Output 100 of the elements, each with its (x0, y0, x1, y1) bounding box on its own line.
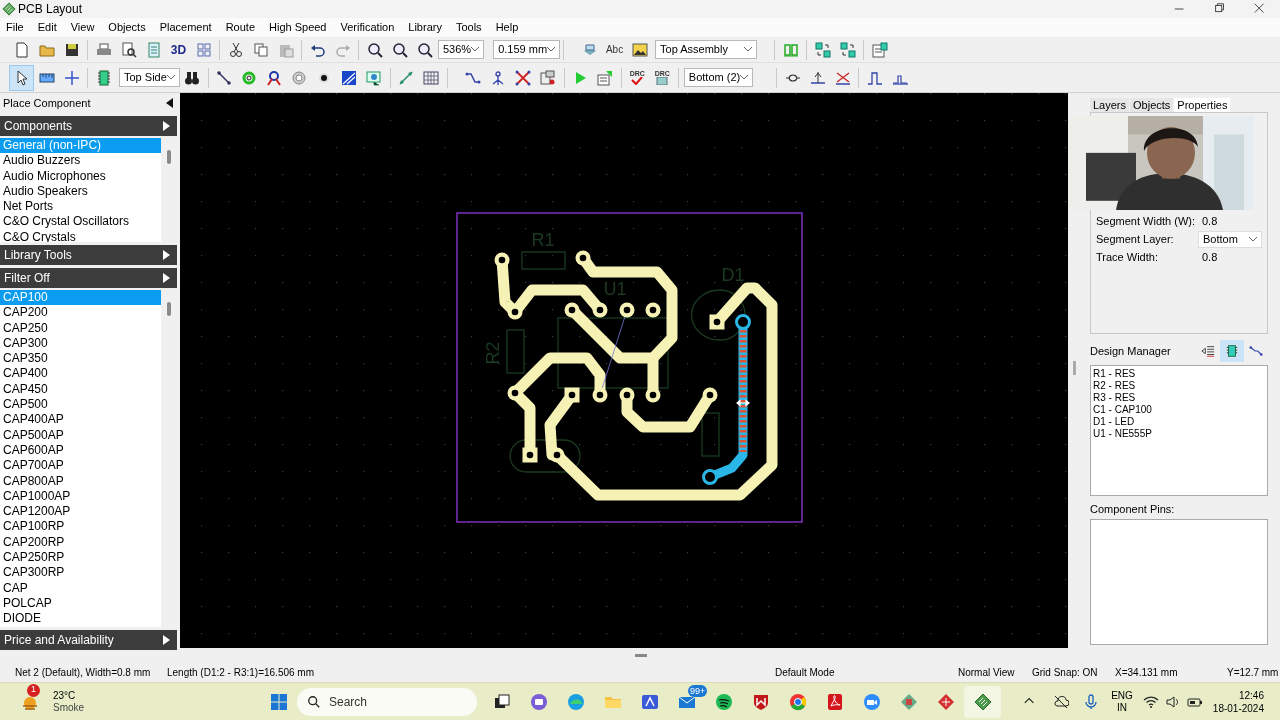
dimension-icon[interactable] (398, 69, 415, 86)
list-item[interactable]: Audio Microphones (0, 168, 161, 184)
chevron-down-icon[interactable] (740, 75, 749, 80)
ring-icon[interactable] (241, 69, 258, 86)
list-item[interactable]: CAP1000AP (0, 488, 161, 505)
property-dropdown[interactable]: Bottom (1198, 230, 1262, 248)
windows-logo-icon[interactable] (268, 691, 289, 712)
video-call-icon[interactable] (861, 691, 882, 712)
view-layer-dropdown[interactable]: Top Assembly (655, 40, 758, 59)
list-item[interactable]: CAP800AP (0, 473, 161, 489)
list-item[interactable]: Audio Buzzers (0, 153, 161, 169)
pulse-icon[interactable] (866, 69, 883, 86)
panel-tab[interactable]: Properties (1174, 98, 1231, 112)
via-icon[interactable] (291, 69, 308, 86)
menu-item[interactable]: High Speed (269, 19, 327, 36)
menu-item[interactable]: Edit (37, 19, 57, 36)
polygon-icon[interactable] (341, 69, 358, 86)
list-item[interactable]: C1 - CAP100 (1093, 404, 1267, 416)
list-item[interactable]: CAP1200AP (0, 504, 161, 520)
list-item[interactable]: CAP200RP (0, 534, 161, 551)
chevron-down-icon[interactable] (471, 47, 480, 52)
3d-view-button[interactable]: 3D (166, 37, 191, 62)
collapse-icon[interactable] (164, 97, 174, 109)
grid-icon[interactable] (423, 69, 440, 86)
list-item[interactable]: Audio Speakers (0, 183, 161, 200)
language-indicator[interactable]: ENG IN (1111, 689, 1133, 714)
crosshair-icon[interactable] (63, 69, 80, 86)
list-item[interactable]: CAP300 (0, 335, 161, 352)
list-item[interactable]: CAP400AP (0, 412, 161, 428)
chip-icon[interactable] (95, 69, 112, 86)
menu-item[interactable]: View (70, 19, 95, 36)
list-item[interactable]: CAP400 (0, 366, 161, 382)
list-item[interactable]: R3 - RES (1093, 392, 1267, 404)
list-item[interactable]: U1 - NE555P (1093, 428, 1267, 440)
chevron-down-icon[interactable] (1249, 236, 1257, 242)
tune-icon[interactable] (809, 69, 826, 86)
list-item[interactable]: CAP (0, 580, 161, 596)
clock-time[interactable]: 12:46 (1238, 688, 1264, 702)
microphone-icon[interactable] (1083, 693, 1100, 710)
property-value[interactable]: 0.8 (1198, 248, 1218, 266)
picture-frame-icon[interactable] (366, 69, 383, 86)
music-app-icon[interactable] (713, 691, 734, 712)
list-item[interactable]: CAP250 (0, 320, 161, 336)
list-item[interactable]: CAP350 (0, 351, 161, 367)
property-value[interactable]: 0.8 (1198, 212, 1218, 230)
layers-icon[interactable] (540, 69, 557, 86)
section-header[interactable]: Components (0, 116, 177, 136)
expand-icon[interactable] (163, 635, 170, 645)
line-icon[interactable] (216, 69, 233, 86)
menu-item[interactable]: Placement (159, 19, 212, 36)
grid-view-icon[interactable] (195, 41, 212, 58)
route-layer-dropdown[interactable]: Bottom (2) (683, 68, 754, 87)
print-icon[interactable] (95, 41, 112, 58)
list-item[interactable]: CAP500AP (0, 427, 161, 443)
list-item[interactable]: POLCAP (0, 595, 161, 612)
list-item[interactable]: CAP600AP (0, 442, 161, 459)
new-file-icon[interactable] (13, 41, 30, 58)
side-dropdown[interactable]: Top Side (119, 68, 180, 87)
clock-date[interactable]: 18-01-2024 (1212, 701, 1264, 715)
align-icon[interactable] (782, 41, 799, 58)
list-item[interactable]: R1 - RES (1093, 368, 1267, 380)
list-item[interactable]: DIODE (0, 611, 161, 627)
menu-item[interactable]: File (6, 19, 24, 36)
menu-item[interactable]: Route (225, 19, 255, 36)
list-item[interactable]: D1 - LED (1093, 416, 1267, 428)
expand-icon[interactable] (163, 250, 170, 260)
zoom-dropdown[interactable]: 536% (438, 40, 485, 59)
zoom-in-icon[interactable] (366, 41, 383, 58)
view-button[interactable] (1220, 340, 1244, 362)
section-header[interactable]: Price and Availability (0, 630, 177, 650)
save-icon[interactable] (63, 41, 80, 58)
section-header[interactable]: Filter Off (0, 268, 177, 288)
arc-icon[interactable] (266, 69, 283, 86)
search-field[interactable]: Search (297, 687, 477, 716)
panel-tab[interactable]: Layers (1090, 98, 1130, 112)
list-item[interactable]: R2 - RES (1093, 380, 1267, 392)
cut-icon[interactable] (227, 41, 244, 58)
chat-icon[interactable] (528, 691, 549, 712)
chevron-down-icon[interactable] (166, 75, 175, 80)
list-item[interactable]: CAP100RP (0, 519, 161, 535)
cross-icon[interactable] (515, 69, 532, 86)
speaker-icon[interactable] (1164, 693, 1181, 710)
chevron-down-icon[interactable] (744, 47, 753, 52)
menu-item[interactable]: Help (495, 19, 519, 36)
close-icon[interactable] (1253, 2, 1267, 16)
panel-tab[interactable]: Objects (1130, 98, 1174, 112)
copy-icon[interactable] (252, 41, 269, 58)
cloud-icon[interactable] (1053, 693, 1070, 710)
menu-item[interactable]: Tools (455, 19, 482, 36)
menu-item[interactable]: Library (408, 19, 442, 36)
export-icon[interactable] (597, 69, 614, 86)
chevron-down-icon[interactable] (547, 47, 556, 52)
image-icon[interactable] (631, 41, 648, 58)
table-icon[interactable] (871, 41, 888, 58)
list-item[interactable]: CAP700AP (0, 458, 161, 474)
expand-icon[interactable] (163, 121, 170, 131)
swap-icon[interactable] (814, 41, 831, 58)
expand-icon[interactable] (163, 273, 170, 283)
list-item[interactable]: C&O Crystal Oscillators (0, 214, 161, 230)
chrome-icon[interactable] (787, 691, 808, 712)
